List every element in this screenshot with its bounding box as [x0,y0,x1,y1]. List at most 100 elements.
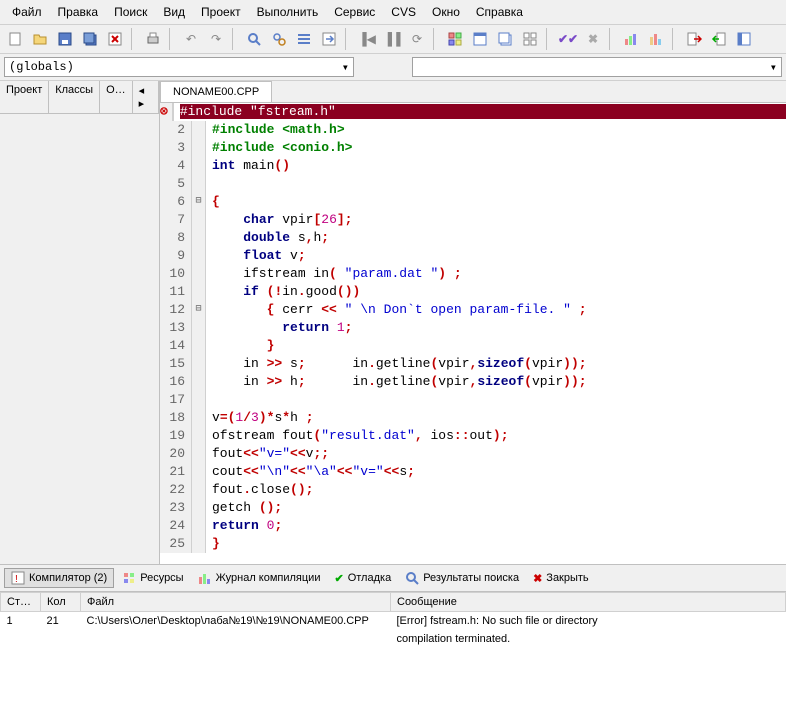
find-icon[interactable] [243,28,265,50]
menu-item[interactable]: Справка [468,2,531,22]
editor-tab[interactable]: NONAME00.CPP [160,81,272,102]
undo-icon[interactable]: ↶ [180,28,202,50]
menu-item[interactable]: Поиск [106,2,155,22]
menu-item[interactable]: Выполнить [249,2,327,22]
code-text[interactable]: getch (); [206,499,786,517]
fold-marker[interactable]: ⊟ [192,301,206,319]
code-line[interactable]: 23getch (); [160,499,786,517]
grid1-icon[interactable] [444,28,466,50]
left-tab[interactable]: О… [100,81,133,113]
chart1-icon[interactable] [620,28,642,50]
scope-combo[interactable]: (globals)▾ [4,57,354,77]
menu-item[interactable]: Окно [424,2,468,22]
code-line[interactable]: 19ofstream fout("result.dat", ios::out); [160,427,786,445]
code-text[interactable]: { [206,193,786,211]
code-text[interactable] [206,391,786,409]
list-icon[interactable] [293,28,315,50]
replace-icon[interactable] [268,28,290,50]
code-text[interactable]: cout<<"\n"<<"\a"<<"v="<<s; [206,463,786,481]
code-line[interactable]: 25} [160,535,786,553]
check-icon[interactable]: ✔✔ [557,28,579,50]
code-text[interactable]: fout<<"v="<<v;; [206,445,786,463]
window2-icon[interactable] [494,28,516,50]
symbol-combo[interactable]: ▾ [412,57,782,77]
tab-compile-log[interactable]: Журнал компиляции [192,568,327,588]
code-text[interactable]: #include <math.h> [206,121,786,139]
code-text[interactable]: return 1; [206,319,786,337]
code-line[interactable]: 11 if (!in.good()) [160,283,786,301]
code-line[interactable]: 7 char vpir[26]; [160,211,786,229]
code-text[interactable]: #include <conio.h> [206,139,786,157]
code-line[interactable]: 21cout<<"\n"<<"\a"<<"v="<<s; [160,463,786,481]
code-line[interactable]: 24return 0; [160,517,786,535]
close-icon[interactable] [104,28,126,50]
code-line[interactable]: 20fout<<"v="<<v;; [160,445,786,463]
code-text[interactable]: in >> s; in.getline(vpir,sizeof(vpir)); [206,355,786,373]
panel-icon[interactable] [733,28,755,50]
code-text[interactable]: return 0; [206,517,786,535]
tab-resources[interactable]: Ресурсы [116,568,189,588]
code-line[interactable]: 6⊟{ [160,193,786,211]
code-line[interactable]: 18v=(1/3)*s*h ; [160,409,786,427]
save-icon[interactable] [54,28,76,50]
code-line[interactable]: 16 in >> h; in.getline(vpir,sizeof(vpir)… [160,373,786,391]
code-line[interactable]: 3#include <conio.h> [160,139,786,157]
left-tab[interactable]: Проект [0,81,49,113]
code-line[interactable]: 5 [160,175,786,193]
code-line[interactable]: 8 double s,h; [160,229,786,247]
code-line[interactable]: 22fout.close(); [160,481,786,499]
code-text[interactable]: if (!in.good()) [206,283,786,301]
code-text[interactable]: fout.close(); [206,481,786,499]
run-icon[interactable]: ▐▐ [381,28,403,50]
code-line[interactable]: 13 return 1; [160,319,786,337]
code-line[interactable]: 2#include <math.h> [160,121,786,139]
code-text[interactable]: ofstream fout("result.dat", ios::out); [206,427,786,445]
code-text[interactable] [206,175,786,193]
print-icon[interactable] [142,28,164,50]
code-line[interactable]: #include "fstream.h" [160,103,786,121]
code-line[interactable]: 17 [160,391,786,409]
error-table-header[interactable]: Ст… [1,593,41,612]
error-table-header[interactable]: Файл [81,593,391,612]
goto-icon[interactable] [318,28,340,50]
save-all-icon[interactable] [79,28,101,50]
compile-icon[interactable]: ▐◀ [356,28,378,50]
menu-item[interactable]: Проект [193,2,249,22]
new-file-icon[interactable] [4,28,26,50]
code-text[interactable]: } [206,337,786,355]
code-text[interactable]: #include "fstream.h" [174,103,786,121]
enter-icon[interactable] [708,28,730,50]
tab-debug[interactable]: ✔Отладка [328,568,397,588]
code-line[interactable]: 9 float v; [160,247,786,265]
code-line[interactable]: 10 ifstream in( "param.dat ") ; [160,265,786,283]
menu-item[interactable]: CVS [383,2,424,22]
code-text[interactable]: in >> h; in.getline(vpir,sizeof(vpir)); [206,373,786,391]
code-line[interactable]: 15 in >> s; in.getline(vpir,sizeof(vpir)… [160,355,786,373]
code-text[interactable]: v=(1/3)*s*h ; [206,409,786,427]
chart2-icon[interactable] [645,28,667,50]
error-row[interactable]: 121C:\Users\Олег\Desktop\лаба№19\№19\NON… [1,612,786,631]
menu-item[interactable]: Вид [155,2,193,22]
open-file-icon[interactable] [29,28,51,50]
code-text[interactable]: char vpir[26]; [206,211,786,229]
code-line[interactable]: 4int main() [160,157,786,175]
grid2-icon[interactable] [519,28,541,50]
tab-close[interactable]: ✖Закрыть [527,568,595,588]
code-line[interactable]: 14 } [160,337,786,355]
error-table[interactable]: Ст…КолФайлСообщение 121C:\Users\Олег\Des… [0,592,786,648]
menu-item[interactable]: Файл [4,2,50,22]
redo-icon[interactable]: ↷ [205,28,227,50]
code-text[interactable]: int main() [206,157,786,175]
code-text[interactable]: } [206,535,786,553]
tab-compiler[interactable]: !Компилятор (2) [4,568,114,588]
exit-icon[interactable] [683,28,705,50]
error-row[interactable]: compilation terminated. [1,630,786,648]
code-editor[interactable]: #include "fstream.h" 2#include <math.h>3… [160,103,786,564]
menu-item[interactable]: Сервис [326,2,383,22]
fold-marker[interactable]: ⊟ [192,193,206,211]
code-text[interactable]: { cerr << " \n Don`t open param-file. " … [206,301,786,319]
window1-icon[interactable] [469,28,491,50]
error-table-header[interactable]: Кол [41,593,81,612]
left-tab[interactable]: Классы [49,81,100,113]
code-line[interactable]: 12⊟ { cerr << " \n Don`t open param-file… [160,301,786,319]
